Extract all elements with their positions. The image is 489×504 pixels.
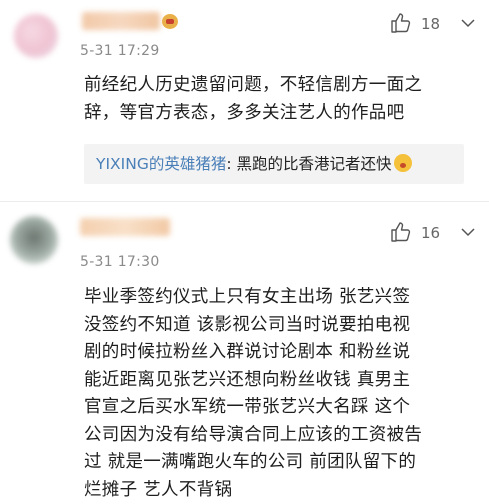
comment-text-line: 剧的时候拉粉丝入群说讨论剧本 和粉丝说	[84, 342, 411, 362]
comment-2: 5-31 17:30 16 毕业季签约仪式上只有女主出场 张艺兴签 没签约不知道…	[0, 202, 489, 504]
comment-text-line: 公司因为没有给导演合同上应该的工资被告	[84, 424, 423, 445]
comment-text-line: 辞，等官方表态，多多关注艺人的作品吧	[84, 103, 405, 123]
reply-box[interactable]: YIXING的英雄猪猪: 黑跑的比香港记者还快	[84, 144, 464, 184]
reply-username[interactable]: YIXING的英雄猪猪	[96, 155, 226, 173]
like-count: 16	[421, 224, 441, 242]
comment-1: 5-31 17:29 18 前经纪人历史遗留问题，不轻信剧方一面之 辞，等官方表…	[0, 0, 489, 200]
username-blurred[interactable]	[80, 218, 170, 236]
thumbs-up-icon[interactable]	[390, 12, 412, 34]
comment-text-line: 没签约不知道 该影视公司当时说要拍电视	[84, 314, 411, 335]
username-blurred[interactable]	[82, 12, 160, 30]
avatar[interactable]	[14, 14, 58, 58]
reply-text: 黑跑的比香港记者还快	[231, 155, 392, 173]
emoji-icon	[393, 154, 412, 172]
more-options-icon[interactable]	[461, 226, 475, 240]
comment-text-line: 官宣之后买水军统一带张艺兴大名踩 这个	[84, 397, 411, 417]
more-options-icon[interactable]	[461, 17, 475, 31]
comment-text-line: 毕业季签约仪式上只有女主出场 张艺兴签	[84, 287, 411, 307]
thumbs-up-icon[interactable]	[390, 221, 412, 243]
comment-text: 毕业季签约仪式上只有女主出场 张艺兴签 没签约不知道 该影视公司当时说要拍电视 …	[84, 284, 422, 504]
like-count: 18	[421, 15, 441, 33]
comment-time: 5-31 17:29	[80, 43, 160, 59]
comment-text-line: 能近距离见张艺兴还想向粉丝收钱 真男主	[84, 369, 411, 390]
reply-line: YIXING的英雄猪猪: 黑跑的比香港记者还快	[96, 152, 412, 174]
comment-text-line: 过 就是一满嘴跑火车的公司 前团队留下的	[84, 452, 417, 472]
avatar[interactable]	[10, 216, 58, 264]
vip-badge-icon	[162, 14, 178, 29]
comment-text-line: 烂摊子 艺人不背锅	[84, 479, 233, 500]
comment-time: 5-31 17:30	[80, 254, 160, 270]
comment-text-line: 前经纪人历史遗留问题，不轻信剧方一面之	[84, 75, 423, 95]
comment-text: 前经纪人历史遗留问题，不轻信剧方一面之 辞，等官方表态，多多关注艺人的作品吧	[84, 71, 422, 127]
